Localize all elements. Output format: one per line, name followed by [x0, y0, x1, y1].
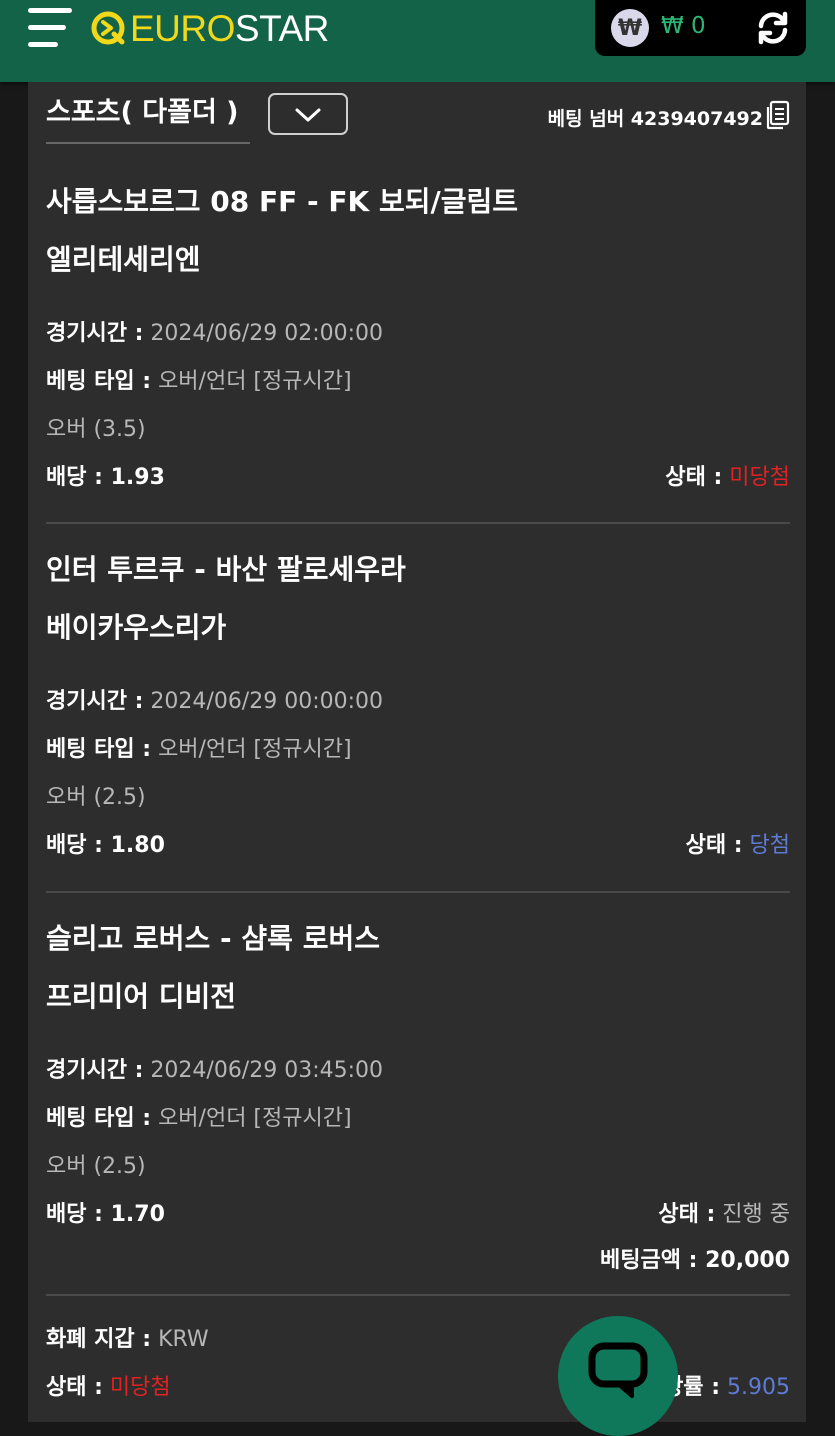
match-title: 슬리고 로버스 - 샴록 로버스 [46, 922, 380, 955]
summary-status-row: 상태 : 미당첨 배당률 : 5.905 [46, 1369, 790, 1400]
bet-pick: 오버 (2.5) [46, 1154, 146, 1179]
match-title: 인터 투르쿠 - 바산 팔로세우라 [46, 553, 406, 586]
bet-pick-row: 오버 (2.5) [46, 779, 790, 810]
currency-symbol: ₩ [617, 15, 643, 41]
odds-status-row: 배당 : 1.80 상태 : 당첨 [46, 827, 790, 859]
match-time: 2024/06/29 02:00:00 [143, 321, 384, 346]
summary-status-label: 상태 : [46, 1375, 103, 1400]
match-title: 사릅스보르그 08 FF - FK 보되/글림트 [46, 185, 518, 218]
bet-pick: 오버 (3.5) [46, 417, 146, 442]
wallet-currency: KRW [151, 1327, 209, 1352]
wallet-box: ₩ ₩ 0 [595, 0, 806, 56]
won-coin-icon: ₩ [611, 9, 649, 47]
balance-amount: ₩ 0 [661, 13, 706, 39]
odds-value: 1.70 [102, 1202, 165, 1227]
bet-type: 오버/언더 [정규시간] [151, 369, 352, 394]
odds-value: 1.80 [102, 833, 165, 858]
bet-type: 오버/언더 [정규시간] [151, 737, 352, 762]
chat-bubble-icon [588, 1342, 648, 1398]
match-time-label: 경기시간 : [46, 1058, 144, 1083]
status-badge: 미당첨 [722, 465, 790, 490]
menu-icon[interactable] [28, 6, 74, 50]
stake-group: 베팅금액 : 20,000 [600, 1242, 790, 1274]
match-time-label: 경기시간 : [46, 689, 144, 714]
bet-pick-row: 오버 (2.5) [46, 1148, 790, 1179]
stake-row: 베팅금액 : 20,000 [46, 1242, 790, 1274]
bet-type-label: 베팅 타입 : [46, 1106, 152, 1131]
odds-value: 1.93 [102, 465, 165, 490]
bet-category: 스포츠( 다폴더 ) [46, 97, 239, 128]
match-time: 2024/06/29 03:45:00 [143, 1058, 384, 1083]
odds-label: 배당 : [46, 465, 103, 490]
bet-number: 베팅 넘버 4239407492 [547, 108, 763, 130]
wallet-row: 화폐 지갑 : KRW [46, 1321, 790, 1352]
bet-type-row: 베팅 타입 : 오버/언더 [정규시간] [46, 1100, 790, 1131]
league-name: 베이카우스리가 [46, 611, 227, 644]
app-header: EUROSTAR ₩ ₩ 0 [0, 0, 835, 82]
status-label: 상태 : [658, 1202, 716, 1227]
match-time-label: 경기시간 : [46, 321, 144, 346]
divider [46, 1294, 790, 1296]
bet-type-label: 베팅 타입 : [46, 737, 152, 762]
brand-euro: EURO [130, 7, 235, 49]
bet-pick-row: 오버 (3.5) [46, 411, 790, 442]
status-label: 상태 : [665, 465, 723, 490]
league-name: 엘리테세리엔 [46, 243, 201, 276]
brand-star: STAR [234, 7, 329, 49]
wallet-label: 화폐 지갑 : [46, 1327, 152, 1352]
status-group: 상태 : 당첨 [686, 827, 790, 859]
status-badge: 당첨 [742, 833, 791, 858]
league-name: 프리미어 디비전 [46, 980, 237, 1013]
category-dropdown-button[interactable] [268, 93, 348, 135]
summary-status-badge: 미당첨 [102, 1375, 171, 1400]
chat-button[interactable] [558, 1316, 678, 1436]
stake-amount: 20,000 [697, 1248, 790, 1273]
status-badge: 진행 중 [715, 1202, 790, 1227]
status-group: 상태 : 진행 중 [658, 1196, 790, 1228]
total-odds-value: 5.905 [720, 1375, 790, 1400]
match-time-row: 경기시간 : 2024/06/29 03:45:00 [46, 1052, 790, 1083]
brand-name: EUROSTAR [130, 10, 329, 47]
match-time: 2024/06/29 00:00:00 [143, 689, 384, 714]
bet-slip-panel: 스포츠( 다폴더 ) 베팅 넘버 4239407492 사릅스보르그 08 FF… [28, 82, 806, 1422]
bet-pick: 오버 (2.5) [46, 785, 146, 810]
match-time-row: 경기시간 : 2024/06/29 02:00:00 [46, 315, 790, 346]
divider [46, 891, 790, 893]
match-time-row: 경기시간 : 2024/06/29 00:00:00 [46, 683, 790, 714]
copy-icon[interactable] [764, 100, 790, 130]
odds-label: 배당 : [46, 833, 103, 858]
category-underline [46, 142, 250, 144]
brand-logo[interactable]: EUROSTAR [90, 8, 329, 48]
bet-type-row: 베팅 타입 : 오버/언더 [정규시간] [46, 731, 790, 762]
odds-label: 배당 : [46, 1202, 103, 1227]
chevron-down-icon [295, 108, 321, 122]
divider [46, 522, 790, 524]
bet-type: 오버/언더 [정규시간] [151, 1106, 352, 1131]
odds-status-row: 배당 : 1.70 상태 : 진행 중 [46, 1196, 790, 1228]
odds-status-row: 배당 : 1.93 상태 : 미당첨 [46, 459, 790, 491]
status-group: 상태 : 미당첨 [665, 459, 790, 491]
status-label: 상태 : [685, 833, 743, 858]
bet-type-row: 베팅 타입 : 오버/언더 [정규시간] [46, 363, 790, 394]
bet-type-label: 베팅 타입 : [46, 369, 152, 394]
refresh-icon[interactable] [754, 9, 792, 47]
logo-mark-icon [91, 11, 125, 45]
stake-label: 베팅금액 : [600, 1248, 698, 1273]
